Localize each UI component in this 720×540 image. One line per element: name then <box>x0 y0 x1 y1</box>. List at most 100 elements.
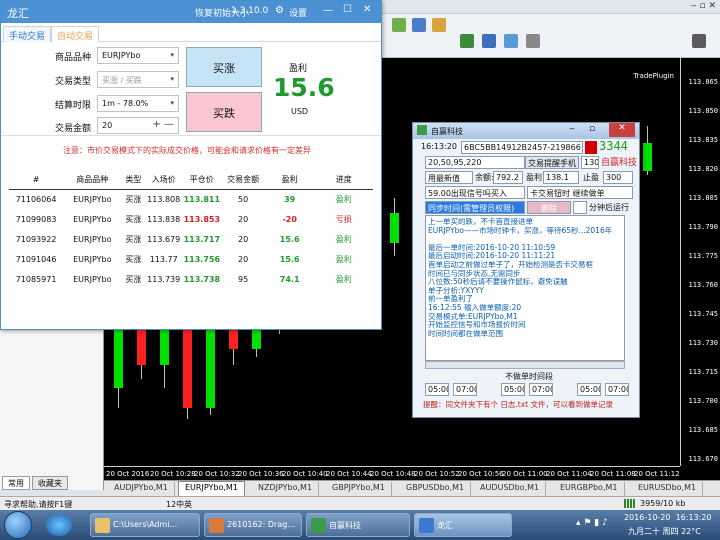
tab-manual[interactable]: 手动交易 <box>3 26 52 42</box>
time-start-1[interactable]: 05:00 <box>425 383 449 396</box>
maximize-icon[interactable]: ▫ <box>589 124 595 134</box>
mode-select[interactable]: 用最新值 <box>425 171 473 184</box>
log-line: 16:12:55 输入做单额度:20 <box>428 303 522 312</box>
reminder-button[interactable]: 交易提醒手机 <box>525 156 579 169</box>
status-conn: 3959/10 kb <box>640 499 686 508</box>
toolbar-icon[interactable] <box>482 34 496 48</box>
tray-icons[interactable]: ▴ ⚑ ▮ ♪ <box>576 518 608 528</box>
signal-select[interactable]: 59.00出现信号吗买入 <box>425 186 525 199</box>
chart-tab[interactable]: AUDJPYbo,M1 <box>108 482 175 496</box>
task-longhui[interactable]: 龙汇 <box>414 513 512 537</box>
log-line: 单子分析:YXYYY <box>428 286 484 295</box>
clock-lunar: 九月二十 周四 22°C <box>628 526 701 537</box>
sync-time-button[interactable]: 同步时间(需管理员权限) <box>425 201 525 214</box>
reminder-number[interactable]: 1303 <box>581 156 599 169</box>
table-row[interactable]: 71099083 EURJPYbo 买涨 113.838 113.853 20 -20 亏损 <box>9 209 373 229</box>
mt4-window-controls[interactable]: ‒ ▫ ✕ <box>676 1 716 13</box>
log-line: 前一单盈利了 <box>428 295 473 304</box>
order-entry: 113.808 <box>147 194 181 204</box>
win2-title: 自赢科技 <box>431 127 463 136</box>
order-close: 113.811 <box>183 194 221 204</box>
toolbar-icon[interactable] <box>392 18 406 32</box>
table-row[interactable]: 71093922 EURJPYbo 买涨 113.679 113.717 20 15.6 盈利 <box>9 229 373 249</box>
table-row[interactable]: 71091046 EURJPYbo 买涨 113.77 113.756 20 15.6 盈利 <box>9 249 373 269</box>
order-amount: 20 <box>238 214 249 224</box>
chart-tab[interactable]: GBPUSDbo,M1 <box>400 482 472 496</box>
order-status: 盈利 <box>335 274 352 284</box>
toolbar-icon[interactable] <box>460 34 474 48</box>
plus-minus-icon[interactable]: + — <box>152 119 174 130</box>
amount-label: 交易金额 <box>54 124 91 134</box>
order-entry: 113.838 <box>147 214 181 224</box>
status-bar: 寻求帮助,请按F1键 12中英 3959/10 kb <box>0 496 720 510</box>
toolbar-icon[interactable] <box>692 34 706 48</box>
order-profit: 15.6 <box>279 254 300 264</box>
log-textarea[interactable]: 上一单买的跌，不卡首直接进单 EURJPYbo——市场时钟卡，买涨，等待65秒..… <box>425 215 625 361</box>
settings-button[interactable]: 设置 <box>289 6 307 19</box>
toolbar-icon[interactable] <box>412 18 426 32</box>
symbol-select[interactable]: EURJPYbo ▾ <box>97 47 179 64</box>
col-profit: 盈利 <box>264 171 315 190</box>
time-end-3[interactable]: 07:00 <box>605 383 629 396</box>
price-tick-label: 113.685 <box>688 426 718 434</box>
task-ziying[interactable]: 自赢科技 <box>306 513 410 537</box>
chart-tab-active[interactable]: EURJPYbo,M1 <box>178 481 245 497</box>
task-drag[interactable]: 2610162: Drag... <box>204 513 302 537</box>
chart-tab[interactable]: EURGBPbo,M1 <box>554 482 625 496</box>
table-row[interactable]: 71106064 EURJPYbo 买涨 113.808 113.811 50 39 盈利 <box>9 189 373 209</box>
order-amount: 95 <box>238 274 249 284</box>
tab-auto[interactable]: 自动交易 <box>51 26 100 42</box>
red-indicator <box>585 141 597 154</box>
buy-down-button[interactable]: 买跌 <box>186 92 262 132</box>
dialog-titlebar[interactable]: 龙汇 恢复初始大小 1.3.10.0 ⚙ 设置 — ☐ ✕ <box>1 1 381 23</box>
time-start-2[interactable]: 05:00 <box>501 383 525 396</box>
toolbar-icon[interactable] <box>504 34 518 48</box>
chart-tab[interactable]: EURUSDbo,M1 <box>632 482 704 496</box>
table-row[interactable]: 71085971 EURJPYbo 买涨 113.739 113.738 95 74.1 盈利 <box>9 269 373 289</box>
buy-up-button[interactable]: 买涨 <box>186 47 262 87</box>
maximize-icon[interactable]: ☐ <box>343 4 352 15</box>
win2-titlebar[interactable]: 自赢科技 ‒ ▫ ✕ <box>413 123 639 139</box>
time-start-3[interactable]: 05:00 <box>577 383 601 396</box>
tab-common[interactable]: 常用 <box>2 476 30 490</box>
clock-date[interactable]: 2016-10-20 16:13:20 <box>624 513 712 522</box>
type-select[interactable]: 买涨 / 买跌 ▾ <box>97 71 179 88</box>
log-line: EURJPYbo——市场时钟卡，买涨，等待65秒...2016年 <box>428 226 613 235</box>
type-value: 买涨 / 买跌 <box>102 76 142 85</box>
navigator-panel: 常用 收藏夹 <box>0 330 104 490</box>
time-end-1[interactable]: 07:00 <box>453 383 477 396</box>
stop-input[interactable]: 300 <box>603 171 633 184</box>
chart-tab[interactable]: NZDJPYbo,M1 <box>252 482 320 496</box>
expiry-value: 1m - 78.0% <box>102 99 149 108</box>
preset-input[interactable]: 20,50,95,220 <box>425 156 525 169</box>
gear-icon[interactable]: ⚙ <box>275 5 284 16</box>
price-tick-label: 113.715 <box>688 368 718 376</box>
close-icon[interactable]: ✕ <box>609 123 635 137</box>
order-id: 71106064 <box>15 194 57 204</box>
order-profit: 39 <box>284 194 296 204</box>
minimize-icon[interactable]: — <box>323 5 333 16</box>
order-symbol: EURJPYbo <box>73 274 112 284</box>
time-end-2[interactable]: 07:00 <box>529 383 553 396</box>
minimize-icon[interactable]: ‒ <box>569 124 575 134</box>
chart-tab[interactable]: GBPJPYbo,M1 <box>326 482 392 496</box>
log-scrollbar[interactable] <box>425 361 625 369</box>
mt4-toolbar: ‒ ▫ ✕ <box>382 0 720 58</box>
close-icon[interactable]: ✕ <box>363 4 371 15</box>
clear-button[interactable]: 删除 <box>527 201 571 214</box>
ie-icon[interactable] <box>46 514 72 536</box>
toolbar-icon[interactable] <box>526 34 540 48</box>
amount-stepper[interactable]: 20 + — <box>97 117 179 134</box>
tab-favorites[interactable]: 收藏夹 <box>32 476 68 490</box>
task-explorer[interactable]: C:\Users\Admi... <box>90 513 200 537</box>
col-id: # <box>9 171 64 190</box>
toolbar-icon[interactable] <box>432 18 446 32</box>
minutes-input[interactable] <box>573 201 587 214</box>
time-axis: 20 Oct 2016 20 Oct 10:28 20 Oct 10:32 20 Oc… <box>104 466 680 480</box>
start-button[interactable] <box>4 511 32 539</box>
price-tick-label: 113.730 <box>688 339 718 347</box>
status-help: 寻求帮助,请按F1键 <box>4 500 73 509</box>
card-time-select[interactable]: 卡交易钮时 继续做单 <box>527 186 633 199</box>
expiry-select[interactable]: 1m - 78.0% ▾ <box>97 95 179 112</box>
chart-tab[interactable]: AUDUSDbo,M1 <box>474 482 547 496</box>
